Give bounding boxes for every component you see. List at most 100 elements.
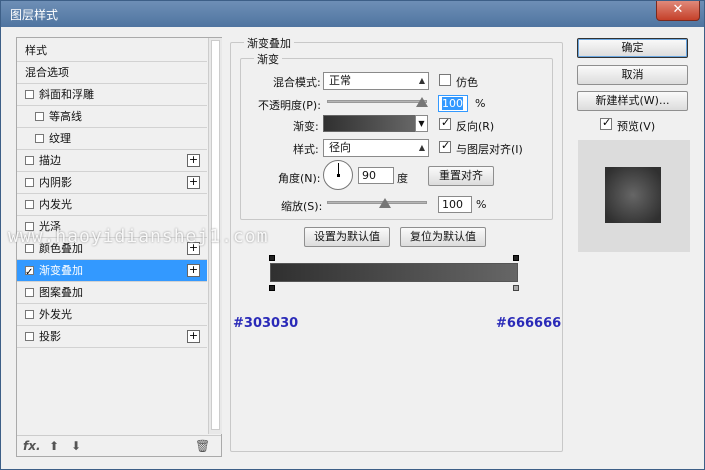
opacity-slider-track[interactable] [327,100,427,103]
style-list-label: 描边 [39,154,61,167]
style-label: 样式: [293,143,319,156]
gradient-dropdown-icon[interactable]: ▼ [415,115,428,132]
angle-label: 角度(N): [278,172,321,185]
gradient-swatch[interactable] [323,115,415,132]
style-list-label: 外发光 [39,308,72,321]
style-list-item[interactable]: 渐变叠加 + [17,260,207,284]
add-effect-icon[interactable]: + [187,264,200,277]
dither-checkbox[interactable] [439,74,451,86]
angle-center [337,174,340,177]
add-effect-icon[interactable]: + [187,154,200,167]
angle-input[interactable]: 90 [358,167,394,184]
blend-mode-select[interactable]: 正常 ▲ [323,72,429,90]
style-list-label: 样式 [25,44,47,57]
style-list-footer: fx. ⬆ ⬇ 🗑 [17,435,221,457]
style-list-panel: 样式混合选项斜面和浮雕等高线纹理描边+内阴影+内发光光泽颜色叠加+渐变叠加+图案… [16,37,222,457]
style-list-item[interactable]: 投影 + [17,326,207,348]
style-enable-checkbox[interactable] [25,90,34,99]
angle-unit: 度 [397,172,408,185]
ok-button[interactable]: 确定 [577,38,688,58]
scale-unit: % [476,198,487,211]
opacity-label: 不透明度(P): [258,99,321,112]
start-color-hex: #303030 [233,316,299,331]
style-enable-checkbox[interactable] [25,200,34,209]
cancel-button[interactable]: 取消 [577,65,688,85]
add-effect-icon[interactable]: + [187,176,200,189]
style-list-label: 纹理 [49,132,71,145]
scale-slider-handle[interactable] [379,198,391,208]
move-down-icon[interactable]: ⬇ [71,439,81,453]
style-list-label: 渐变叠加 [39,264,83,277]
style-enable-checkbox[interactable] [25,262,34,284]
style-enable-checkbox[interactable] [25,288,34,297]
style-list-item[interactable]: 等高线 [17,106,207,128]
opacity-stop-left[interactable] [269,255,275,261]
make-default-button[interactable]: 设置为默认值 [304,227,390,247]
gradient-overlay-title: 渐变叠加 [244,35,294,51]
opacity-slider-handle[interactable] [416,97,428,107]
opacity-value: 100 [442,97,463,110]
reverse-label: 反向(R) [456,120,495,133]
watermark-text: www.haoyidianshej1.com [8,226,269,247]
dither-label: 仿色 [456,76,478,89]
preview-swatch [605,167,661,223]
style-enable-checkbox[interactable] [25,156,34,165]
style-enable-checkbox[interactable] [35,134,44,143]
gradient-label: 渐变: [293,120,319,133]
style-list-label: 等高线 [49,110,82,123]
select-arrow-icon: ▲ [418,76,425,85]
title-bar: 图层样式 ✕ [1,1,704,27]
scale-input[interactable]: 100 [438,196,472,213]
style-list-item[interactable]: 样式 [17,40,207,62]
close-button[interactable]: ✕ [656,1,700,21]
align-with-layer-label: 与图层对齐(I) [456,143,523,156]
style-value: 径向 [329,141,351,154]
opacity-input[interactable]: 100 [438,95,468,112]
preview-label: 预览(V) [617,120,656,133]
scale-label: 缩放(S): [281,200,323,213]
style-list-label: 图案叠加 [39,286,83,299]
style-list-item[interactable]: 图案叠加 [17,282,207,304]
blend-mode-value: 正常 [329,74,351,87]
style-list-item[interactable]: 外发光 [17,304,207,326]
angle-dial[interactable] [323,160,353,190]
style-enable-checkbox[interactable] [25,332,34,341]
style-list-label: 斜面和浮雕 [39,88,94,101]
trash-icon[interactable]: 🗑 [195,439,210,453]
opacity-unit: % [475,97,486,110]
window-title: 图层样式 [10,8,59,22]
preview-checkbox[interactable] [600,116,612,130]
reset-alignment-button[interactable]: 重置对齐 [428,166,494,186]
new-style-button[interactable]: 新建样式(W)... [577,91,688,111]
style-list-item[interactable]: 描边 + [17,150,207,172]
end-color-hex: #666666 [496,316,562,331]
opacity-stop-right[interactable] [513,255,519,261]
scale-slider-track[interactable] [327,201,427,204]
style-list-item[interactable]: 斜面和浮雕 [17,84,207,106]
style-list-item[interactable]: 内发光 [17,194,207,216]
style-enable-checkbox[interactable] [25,310,34,319]
style-list-label: 混合选项 [25,66,69,79]
move-up-icon[interactable]: ⬆ [49,439,59,453]
blend-mode-label: 混合模式: [273,76,321,89]
style-list-item[interactable]: 纹理 [17,128,207,150]
color-stop-right[interactable] [513,285,519,291]
style-list-label: 投影 [39,330,61,343]
style-list-item[interactable]: 内阴影 + [17,172,207,194]
style-select[interactable]: 径向 ▲ [323,139,429,157]
fx-icon[interactable]: fx. [23,439,41,453]
add-effect-icon[interactable]: + [187,330,200,343]
style-preview [578,140,690,252]
style-list-item[interactable]: 混合选项 [17,62,207,84]
align-with-layer-checkbox[interactable] [439,139,451,153]
gradient-subgroup-title: 渐变 [254,51,282,67]
color-stop-left[interactable] [269,285,275,291]
style-list-label: 内阴影 [39,176,72,189]
style-enable-checkbox[interactable] [35,112,44,121]
gradient-preview-bar [270,263,518,282]
reset-to-default-button[interactable]: 复位为默认值 [400,227,486,247]
select-arrow-icon: ▲ [418,143,425,152]
reverse-checkbox[interactable] [439,116,451,130]
style-enable-checkbox[interactable] [25,178,34,187]
style-list-label: 内发光 [39,198,72,211]
